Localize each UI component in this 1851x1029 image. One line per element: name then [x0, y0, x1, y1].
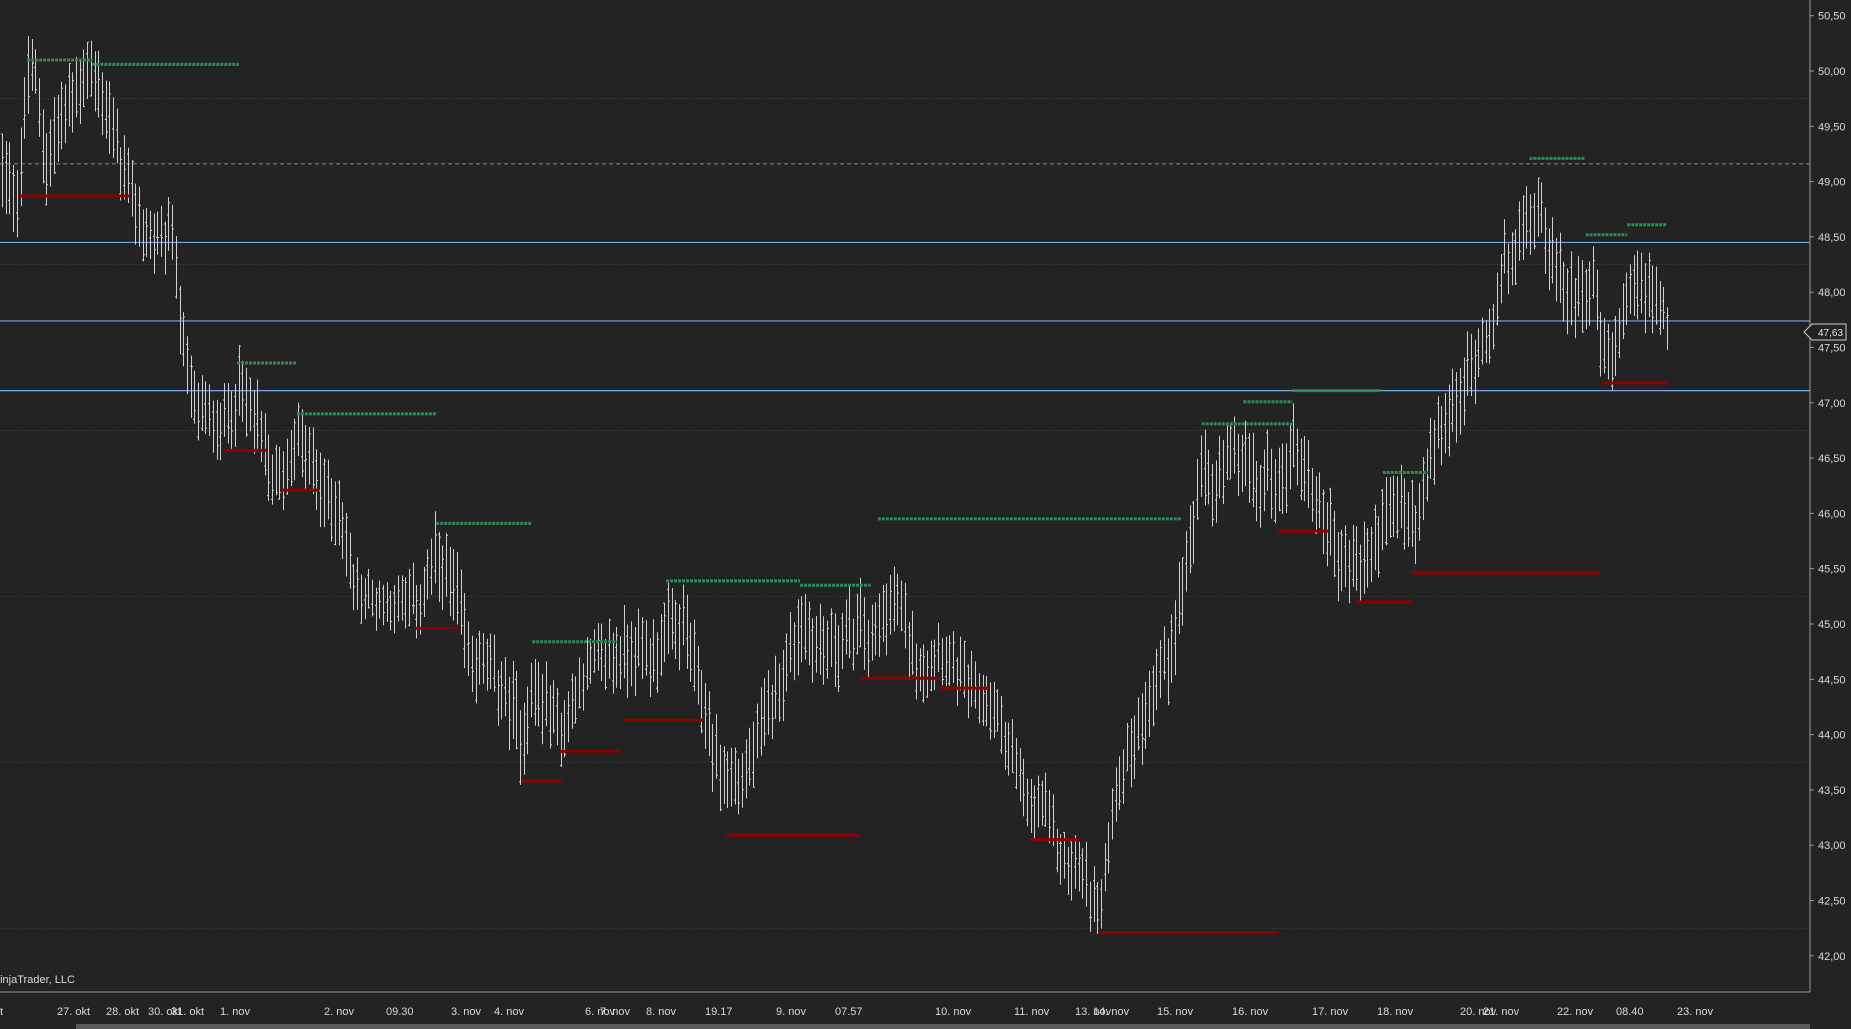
chart-background: [0, 0, 1851, 1029]
x-axis-tick-label: 08.40: [1616, 1006, 1644, 1018]
x-axis-tick-label: 9. nov: [776, 1006, 806, 1018]
x-axis-tick-label: 14. nov: [1093, 1006, 1130, 1018]
x-axis-tick-label: 31. okt: [171, 1006, 204, 1018]
y-axis-tick-label: 48,00: [1818, 287, 1846, 299]
watermark-text: ninjaTrader, LLC: [0, 974, 75, 986]
y-axis-tick-label: 47,50: [1818, 343, 1846, 355]
y-axis-tick-label: 45,00: [1818, 619, 1846, 631]
x-axis-tick-label: 21. nov: [1483, 1006, 1520, 1018]
x-axis-tick-label: 27. okt: [57, 1006, 90, 1018]
y-axis-tick-label: 42,00: [1818, 951, 1846, 963]
y-axis-tick-label: 45,50: [1818, 564, 1846, 576]
x-axis-tick-label: t: [0, 1006, 3, 1018]
x-axis-tick-label: 3. nov: [451, 1006, 481, 1018]
x-axis-tick-label: 22. nov: [1557, 1006, 1594, 1018]
x-axis-tick-label: 11. nov: [1014, 1006, 1050, 1018]
x-axis-tick-label: 19.17: [705, 1006, 733, 1018]
x-axis-tick-label: 17. nov: [1312, 1006, 1349, 1018]
x-axis-tick-label: 28. okt: [106, 1006, 139, 1018]
price-chart[interactable]: 50,50 50,00 49,50 49,00 48,50 48,00 47,50 47,00…: [0, 0, 1851, 1029]
x-axis-tick-label: 23. nov: [1677, 1006, 1714, 1018]
y-axis-tick-label: 46,50: [1818, 453, 1846, 465]
horizontal-scrollbar[interactable]: [76, 1024, 1810, 1029]
y-axis-tick-label: 43,00: [1818, 840, 1846, 852]
y-axis-tick-label: 49,00: [1818, 177, 1846, 189]
x-axis-tick-label: 4. nov: [494, 1006, 524, 1018]
y-axis-tick-label: 50,50: [1818, 11, 1846, 23]
x-axis-tick-label: 09.30: [386, 1006, 414, 1018]
y-axis-tick-label: 49,50: [1818, 121, 1846, 133]
y-axis-tick-label: 50,00: [1818, 66, 1846, 78]
y-axis-tick-label: 44,50: [1818, 674, 1846, 686]
y-axis-tick-label: 48,50: [1818, 232, 1846, 244]
current-price-marker: 47,63: [1803, 323, 1847, 341]
current-price-label: 47,63: [1818, 328, 1843, 339]
y-axis-tick-label: 44,00: [1818, 730, 1846, 742]
x-axis-tick-label: 1. nov: [220, 1006, 250, 1018]
y-axis-tick-label: 46,00: [1818, 508, 1846, 520]
y-axis-tick-label: 42,50: [1818, 896, 1846, 908]
y-axis-tick-label: 47,00: [1818, 398, 1846, 410]
x-axis-tick-label: 2. nov: [324, 1006, 354, 1018]
x-axis-tick-label: 8. nov: [646, 1006, 676, 1018]
y-axis-tick-label: 43,50: [1818, 785, 1846, 797]
x-axis-tick-label: 7. nov: [600, 1006, 630, 1018]
x-axis-tick-label: 07.57: [835, 1006, 863, 1018]
x-axis-tick-label: 10. nov: [935, 1006, 972, 1018]
x-axis-tick-label: 15. nov: [1157, 1006, 1194, 1018]
x-axis-tick-label: 18. nov: [1377, 1006, 1414, 1018]
x-axis-tick-label: 16. nov: [1232, 1006, 1269, 1018]
